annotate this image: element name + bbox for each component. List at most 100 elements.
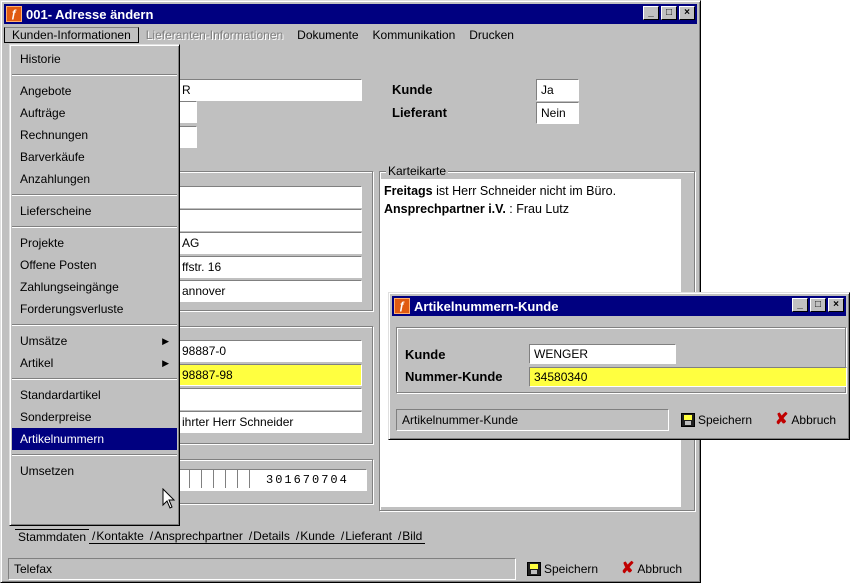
karteikarte-line1: Freitags ist Herr Schneider nicht im Bür… — [384, 184, 617, 198]
red-x-icon: ✘ — [621, 560, 635, 577]
menu-item-zahlungseingänge[interactable]: Zahlungseingänge — [12, 276, 177, 298]
menu-item-angebote[interactable]: Angebote — [12, 80, 177, 102]
menubar: Kunden-Informationen Lieferanten-Informa… — [4, 25, 697, 45]
menu-item-offene-posten[interactable]: Offene Posten — [12, 254, 177, 276]
fax-field[interactable]: 98887-98 — [177, 364, 362, 386]
menu-item-historie[interactable]: Historie — [12, 48, 177, 70]
menu-separator — [12, 222, 177, 232]
menu-item-label: Zahlungseingänge — [20, 280, 119, 294]
tab-details[interactable]: Details — [245, 529, 293, 544]
menu-item-label: Barverkäufe — [20, 150, 85, 164]
dialog-kunde-value[interactable]: WENGER — [529, 344, 676, 364]
name2-field[interactable] — [177, 101, 197, 123]
tab-bild[interactable]: Bild — [394, 529, 426, 544]
minimize-icon[interactable]: _ — [643, 6, 659, 20]
tab-ansprechpartner[interactable]: Ansprechpartner — [146, 529, 246, 544]
dialog-floppy-disk-icon — [681, 413, 695, 427]
menu-item-aufträge[interactable]: Aufträge — [12, 102, 177, 124]
menu-item-standardartikel[interactable]: Standardartikel — [12, 384, 177, 406]
menu-item-label: Standardartikel — [20, 388, 101, 402]
dialog-minimize-icon[interactable]: _ — [792, 298, 808, 312]
address-line3[interactable]: AG — [177, 232, 362, 254]
close-icon[interactable]: × — [679, 6, 695, 20]
kunden-informationen-dropdown: Historie Angebote Aufträge Rechnungen Barver… — [9, 44, 180, 526]
menu-item-label: Angebote — [20, 84, 72, 98]
submenu-arrow-icon: ▶ — [162, 358, 169, 368]
dialog-titlebar[interactable]: ƒ Artikelnummern-Kunde _ □ × — [392, 296, 846, 316]
mouse-pointer-icon — [162, 488, 176, 509]
tab-kunde[interactable]: Kunde — [292, 529, 338, 544]
maximize-icon[interactable]: □ — [661, 6, 677, 20]
floppy-disk-icon — [527, 562, 541, 576]
dialog-nummer-label: Nummer-Kunde — [405, 369, 503, 384]
menu-item-artikel[interactable]: Artikel ▶ — [12, 352, 177, 374]
menu-separator — [12, 70, 177, 80]
status-field: Telefax — [8, 558, 516, 580]
tab-strip: Stammdaten Kontakte Ansprechpartner Deta… — [15, 529, 426, 544]
kunde-value[interactable]: Ja — [536, 79, 579, 101]
save-button[interactable]: Speichern — [527, 562, 598, 576]
menu-item-artikelnummern[interactable]: Artikelnummern — [12, 428, 177, 450]
menu-kunden-informationen[interactable]: Kunden-Informationen — [4, 27, 139, 43]
menu-item-umsätze[interactable]: Umsätze ▶ — [12, 330, 177, 352]
menu-separator — [12, 374, 177, 384]
tab-stammdaten[interactable]: Stammdaten — [15, 529, 90, 544]
menu-item-label: Artikelnummern — [20, 432, 105, 446]
window-title: 001- Adresse ändern — [26, 6, 154, 22]
submenu-arrow-icon: ▶ — [162, 336, 169, 346]
menu-item-forderungsverluste[interactable]: Forderungsverluste — [12, 298, 177, 320]
lieferant-label: Lieferant — [392, 105, 447, 120]
menu-item-projekte[interactable]: Projekte — [12, 232, 177, 254]
menu-item-label: Rechnungen — [20, 128, 89, 142]
tab-lieferant[interactable]: Lieferant — [337, 529, 395, 544]
karteikarte-title: Karteikarte — [386, 164, 449, 178]
artikelnummern-dialog: ƒ Artikelnummern-Kunde _ □ × Kunde WENGE… — [388, 292, 850, 440]
dialog-red-x-icon: ✘ — [775, 411, 789, 428]
dialog-title: Artikelnummern-Kunde — [414, 298, 559, 314]
name3-field[interactable] — [177, 126, 197, 148]
dialog-cancel-button[interactable]: ✘ Abbruch — [775, 411, 836, 428]
address-street[interactable]: ffstr. 16 — [177, 256, 362, 278]
lieferant-value[interactable]: Nein — [536, 102, 579, 124]
contact-empty-field[interactable] — [177, 388, 362, 410]
menu-item-label: Umsetzen — [20, 464, 75, 478]
cancel-button[interactable]: ✘ Abbruch — [621, 560, 682, 577]
menu-kommunikation[interactable]: Kommunikation — [366, 28, 463, 42]
tab-kontakte[interactable]: Kontakte — [89, 529, 147, 544]
main-titlebar[interactable]: ƒ 001- Adresse ändern _ □ × — [4, 4, 697, 24]
contact-note-field[interactable]: ihrter Herr Schneider — [177, 411, 362, 433]
dialog-nummer-value[interactable]: 34580340 — [529, 367, 847, 387]
address-city[interactable]: annover — [177, 280, 362, 302]
menu-item-label: Forderungsverluste — [20, 302, 124, 316]
menu-item-lieferscheine[interactable]: Lieferscheine — [12, 200, 177, 222]
dialog-close-icon[interactable]: × — [828, 298, 844, 312]
phone-field[interactable]: 98887-0 — [177, 340, 362, 362]
dialog-maximize-icon[interactable]: □ — [810, 298, 826, 312]
menu-item-barverkäufe[interactable]: Barverkäufe — [12, 146, 177, 168]
address-line1[interactable] — [177, 186, 362, 208]
name-field[interactable]: R — [177, 79, 362, 101]
menu-item-label: Umsätze — [20, 334, 68, 348]
menu-item-rechnungen[interactable]: Rechnungen — [12, 124, 177, 146]
dialog-save-button[interactable]: Speichern — [681, 413, 752, 427]
dialog-logo-icon: ƒ — [394, 298, 410, 314]
menu-separator — [12, 190, 177, 200]
menu-drucken[interactable]: Drucken — [462, 28, 521, 42]
menu-item-label: Artikel — [20, 356, 54, 370]
menu-item-label: Historie — [20, 52, 61, 66]
menu-dokumente[interactable]: Dokumente — [290, 28, 365, 42]
barcode-field[interactable]: 301670704 — [177, 469, 367, 491]
menu-item-label: Projekte — [20, 236, 65, 250]
menu-item-umsetzen[interactable]: Umsetzen — [12, 460, 177, 482]
menu-separator — [12, 450, 177, 460]
menu-item-label: Anzahlungen — [20, 172, 91, 186]
barcode-value: 301670704 — [266, 473, 349, 487]
dialog-kunde-label: Kunde — [405, 347, 446, 362]
address-line2[interactable] — [177, 209, 362, 231]
menu-lieferanten-informationen: Lieferanten-Informationen — [145, 28, 284, 42]
kunde-label: Kunde — [392, 82, 433, 97]
app-logo-icon: ƒ — [6, 6, 22, 22]
menu-item-sonderpreise[interactable]: Sonderpreise — [12, 406, 177, 428]
menu-item-anzahlungen[interactable]: Anzahlungen — [12, 168, 177, 190]
menu-item-label: Offene Posten — [20, 258, 97, 272]
